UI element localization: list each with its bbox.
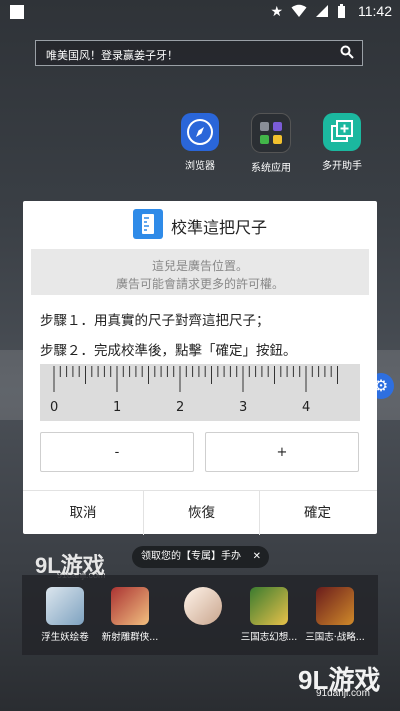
ruler-ticks xyxy=(53,366,338,392)
dialog-title: 校準這把尺子 xyxy=(171,218,268,237)
app-label: 系统应用 xyxy=(251,163,291,174)
watermark-logo: 9L游戏 91danji.com xyxy=(298,660,380,699)
dock-app[interactable]: 浮生妖绘卷 xyxy=(30,575,100,643)
dock-app[interactable]: 三国志幻想... xyxy=(234,575,304,643)
dock-app-label: 新射雕群侠... xyxy=(101,632,159,643)
app-folder-icon xyxy=(251,113,291,153)
instruction-step-2: 步驟２．完成校準後，點擊「確定」按鈕。 xyxy=(40,343,297,359)
ruler-number: 1 xyxy=(113,400,122,415)
promo-text: 领取您的【专属】手办 xyxy=(141,551,241,562)
app-label: 浏览器 xyxy=(185,161,215,172)
dialog-actions: 取消 恢復 確定 xyxy=(23,490,377,535)
game-icon xyxy=(316,587,354,625)
status-bar: ★ 11:42 xyxy=(0,0,400,24)
search-icon[interactable] xyxy=(340,45,354,59)
ruler-number: 2 xyxy=(176,400,185,415)
promo-tooltip[interactable]: 领取您的【专属】手办 ✕ xyxy=(132,546,269,568)
restore-button[interactable]: 恢復 xyxy=(143,491,260,535)
app-label: 多开助手 xyxy=(322,161,362,172)
game-icon xyxy=(46,587,84,625)
ad-placeholder: 這兒是廣告位置。 廣告可能會請求更多的許可權。 xyxy=(31,249,369,295)
ad-line-1: 這兒是廣告位置。 xyxy=(151,259,248,273)
figure-character-icon xyxy=(184,587,222,625)
app-browser[interactable]: 浏览器 xyxy=(165,113,235,172)
ruler-number: 0 xyxy=(50,400,59,415)
dock-app-label: 三国志·战略... xyxy=(305,632,365,643)
search-text: 唯美国风！登录赢姜子牙！ xyxy=(46,49,178,62)
clock: 11:42 xyxy=(358,3,392,19)
battery-icon xyxy=(338,4,345,18)
dock-app[interactable]: 三国志·战略... xyxy=(300,575,370,643)
star-icon: ★ xyxy=(270,4,283,20)
game-dock: 浮生妖绘卷 新射雕群侠... 三国志幻想... 三国志·战略... xyxy=(22,575,378,655)
ruler-app-icon xyxy=(133,209,163,239)
signal-icon xyxy=(316,5,328,17)
instruction-step-1: 步驟１．用真實的尺子對齊這把尺子； xyxy=(40,313,270,329)
decrease-button[interactable]: - xyxy=(40,432,194,472)
dock-app-label: 三国志幻想... xyxy=(240,632,298,643)
app-dual-assistant[interactable]: 多开助手 xyxy=(307,113,377,172)
confirm-button[interactable]: 確定 xyxy=(258,491,377,535)
close-icon[interactable]: ✕ xyxy=(253,546,261,568)
ad-line-2: 廣告可能會請求更多的許可權。 xyxy=(115,277,284,291)
calibration-dialog: 校準這把尺子 這兒是廣告位置。 廣告可能會請求更多的許可權。 步驟１．用真實的尺… xyxy=(23,201,377,535)
cancel-button[interactable]: 取消 xyxy=(23,491,143,535)
dialog-title-bar: 校準這把尺子 xyxy=(23,201,377,247)
compass-icon xyxy=(181,113,219,151)
status-icons: ★ xyxy=(270,4,346,20)
dock-app-label: 浮生妖绘卷 xyxy=(41,632,89,643)
search-bar[interactable]: 唯美国风！登录赢姜子牙！ xyxy=(35,40,363,66)
ruler-number: 3 xyxy=(239,400,248,415)
increase-button[interactable]: + xyxy=(205,432,359,472)
ruler-number: 4 xyxy=(302,400,311,415)
game-icon xyxy=(111,587,149,625)
game-icon xyxy=(250,587,288,625)
wifi-icon xyxy=(291,4,307,17)
dock-app[interactable]: 新射雕群侠... xyxy=(95,575,165,643)
ruler-scale[interactable]: 0 1 2 3 4 xyxy=(40,364,360,421)
app-system-apps[interactable]: 系统应用 xyxy=(236,113,306,174)
dual-window-icon xyxy=(323,113,361,151)
watermark-site: 91danji.com xyxy=(316,688,370,699)
dock-app[interactable] xyxy=(168,575,238,629)
notification-square-icon xyxy=(10,5,24,19)
